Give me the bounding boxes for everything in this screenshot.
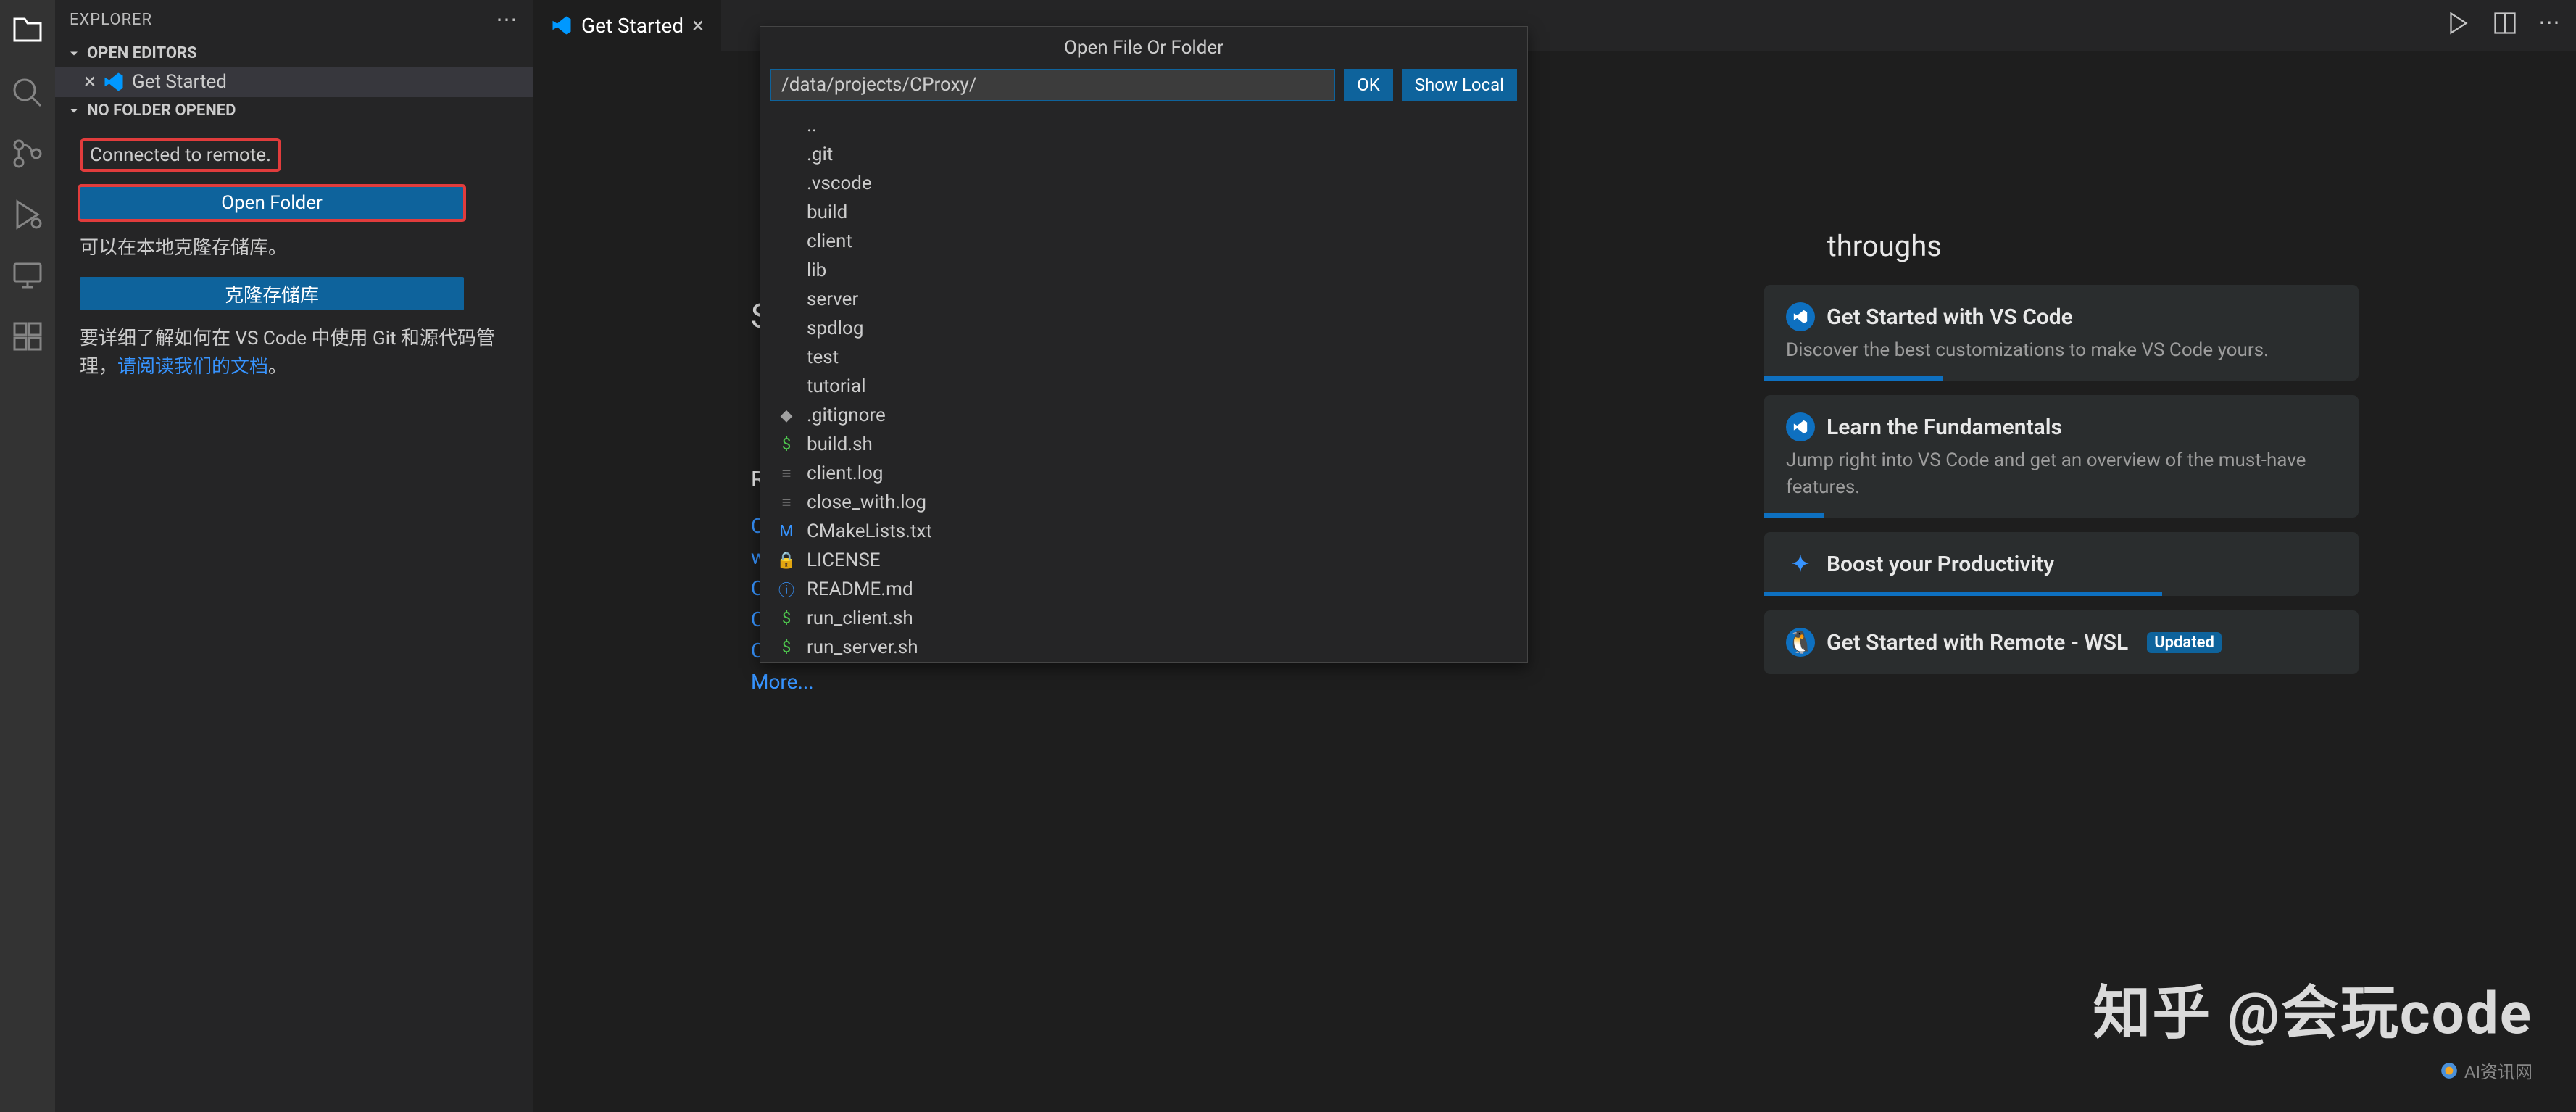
walkthrough-card[interactable]: Learn the FundamentalsJump right into VS… (1764, 395, 2359, 518)
close-icon[interactable]: × (692, 13, 704, 38)
file-list-item[interactable]: lib (760, 256, 1527, 285)
walkthrough-card[interactable]: Get Started with VS CodeDiscover the bes… (1764, 285, 2359, 381)
open-file-dialog: Open File Or Folder OK Show Local ...git… (760, 26, 1528, 663)
file-list-item[interactable]: .git (760, 140, 1527, 169)
vscode-icon (551, 14, 573, 36)
folder-icon (776, 202, 797, 223)
folder-icon (776, 347, 797, 368)
run-icon[interactable] (2446, 10, 2472, 36)
folder-icon (776, 318, 797, 339)
explorer-title: EXPLORER (70, 11, 152, 29)
log-file-icon: ≡ (776, 463, 797, 484)
clone-repo-button[interactable]: 克隆存储库 (80, 277, 464, 310)
open-folder-button[interactable]: Open Folder (80, 186, 464, 220)
file-list-item[interactable]: .vscode (760, 169, 1527, 198)
explorer-icon[interactable] (10, 14, 45, 49)
open-editors-header[interactable]: OPEN EDITORS (55, 40, 533, 67)
folder-icon (776, 144, 797, 165)
folder-icon (776, 115, 797, 136)
file-list-item[interactable]: MCMakeLists.txt (760, 517, 1527, 546)
clone-hint: 可以在本地克隆存储库。 (80, 234, 509, 262)
folder-icon (776, 289, 797, 310)
source-control-icon[interactable] (10, 136, 45, 171)
progress-bar (1764, 376, 1943, 381)
file-list: ...git.vscodebuildclientlibserverspdlogt… (760, 111, 1527, 662)
extensions-icon[interactable] (10, 319, 45, 354)
license-file-icon: 🔒 (776, 550, 797, 570)
star-icon: ✦ (1786, 549, 1815, 578)
file-list-item[interactable]: ⓘREADME.md (760, 575, 1527, 604)
logo-icon (2440, 1061, 2459, 1080)
folder-icon (776, 260, 797, 281)
folder-icon (776, 231, 797, 252)
walkthrough-card[interactable]: 🐧Get Started with Remote - WSLUpdated (1764, 610, 2359, 674)
docs-link[interactable]: 请阅读我们的文档 (117, 356, 268, 378)
editor-actions: ⋯ (2446, 10, 2562, 36)
dialog-title: Open File Or Folder (760, 27, 1527, 69)
file-list-item[interactable]: spdlog (760, 314, 1527, 343)
cmake-file-icon: M (776, 521, 797, 542)
no-folder-header[interactable]: NO FOLDER OPENED (55, 97, 533, 124)
file-list-item[interactable]: build (760, 198, 1527, 227)
explorer-sidebar: EXPLORER ⋯ OPEN EDITORS × Get Started NO… (55, 0, 533, 1112)
file-list-item[interactable]: test (760, 343, 1527, 372)
split-editor-icon[interactable] (2492, 10, 2518, 36)
docs-text: 要详细了解如何在 VS Code 中使用 Git 和源代码管理，请阅读我们的文档… (80, 325, 509, 381)
sh-file-icon: $ (776, 608, 797, 628)
file-list-item[interactable]: .. (760, 111, 1527, 140)
more-icon[interactable]: ⋯ (496, 7, 519, 33)
file-list-item[interactable]: ◆.gitignore (760, 401, 1527, 430)
more-icon[interactable]: ⋯ (2538, 10, 2562, 36)
file-list-item[interactable]: ≡client.log (760, 459, 1527, 488)
file-list-item[interactable]: $run_server.sh (760, 633, 1527, 662)
vscode-icon (1786, 412, 1815, 441)
sh-file-icon: $ (776, 434, 797, 455)
file-list-item[interactable]: $build.sh (760, 430, 1527, 459)
remote-explorer-icon[interactable] (10, 258, 45, 293)
open-editor-item[interactable]: × Get Started (55, 67, 533, 97)
watermark: 知乎 @会玩code AI资讯网 (2093, 966, 2533, 1083)
file-list-item[interactable]: $run_client.sh (760, 604, 1527, 633)
file-list-item[interactable]: 🔒LICENSE (760, 546, 1527, 575)
walkthrough-card[interactable]: ✦Boost your Productivity (1764, 532, 2359, 596)
git-file-icon: ◆ (776, 405, 797, 426)
linux-icon: 🐧 (1786, 628, 1815, 657)
ok-button[interactable]: OK (1344, 69, 1393, 101)
file-list-item[interactable]: tutorial (760, 372, 1527, 401)
info-file-icon: ⓘ (776, 579, 797, 599)
vscode-icon (1786, 302, 1815, 331)
run-debug-icon[interactable] (10, 197, 45, 232)
close-icon[interactable]: × (84, 71, 96, 93)
activity-bar (0, 0, 55, 1112)
sh-file-icon: $ (776, 637, 797, 657)
show-local-button[interactable]: Show Local (1402, 69, 1517, 101)
vscode-icon (103, 71, 125, 93)
path-input[interactable] (770, 69, 1335, 101)
updated-badge: Updated (2147, 632, 2222, 653)
recent-more[interactable]: More... (751, 670, 814, 694)
progress-bar (1764, 513, 1824, 518)
folder-icon (776, 376, 797, 397)
tab-get-started[interactable]: Get Started × (533, 0, 721, 51)
file-list-item[interactable]: ≡close_with.log (760, 488, 1527, 517)
folder-icon (776, 173, 797, 194)
file-list-item[interactable]: client (760, 227, 1527, 256)
walkthroughs-heading: Walkthroughs (1764, 229, 2359, 263)
remote-status: Connected to remote. (80, 138, 281, 172)
log-file-icon: ≡ (776, 492, 797, 513)
search-icon[interactable] (10, 75, 45, 110)
file-list-item[interactable]: server (760, 285, 1527, 314)
progress-bar (1764, 592, 2162, 596)
